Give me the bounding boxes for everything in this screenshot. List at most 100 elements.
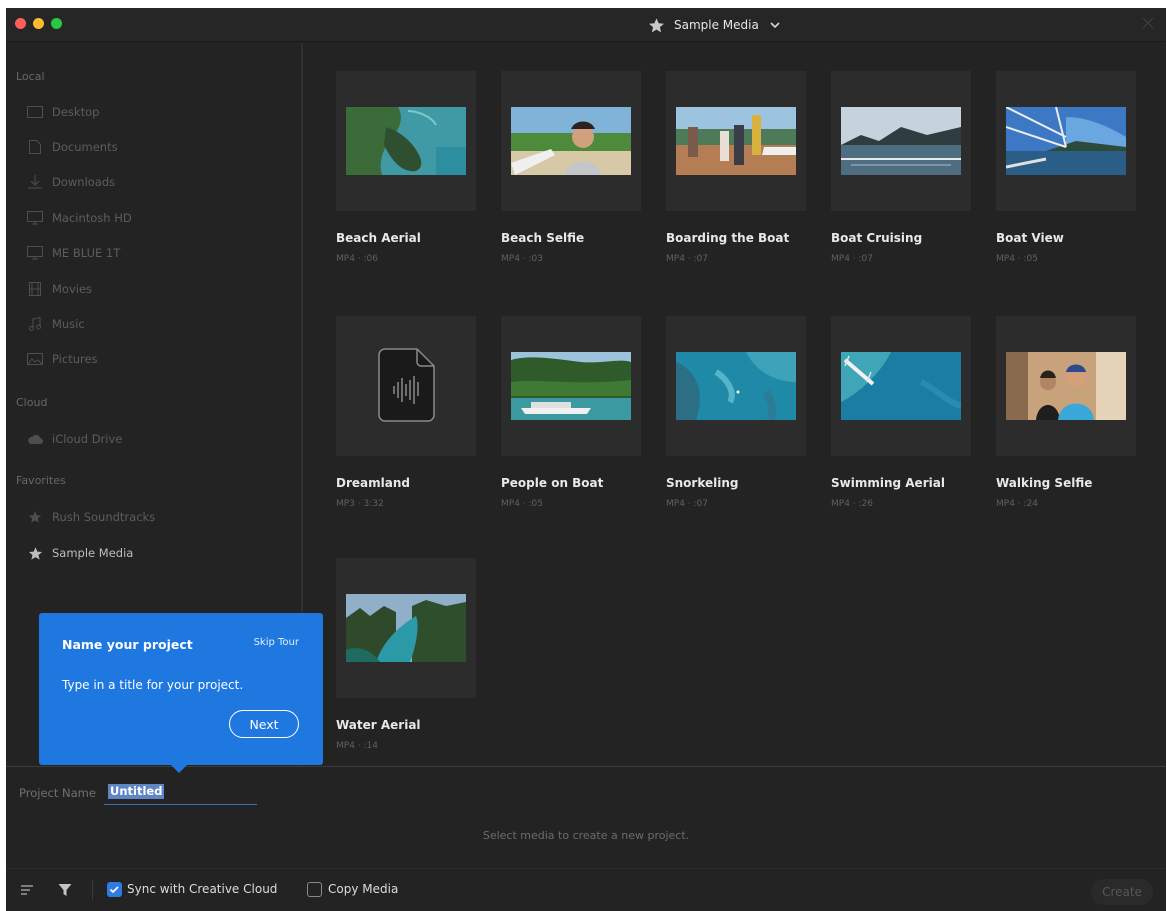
media-title: Beach Aerial xyxy=(336,231,421,245)
video-thumbnail xyxy=(346,594,466,662)
section-heading-favorites: Favorites xyxy=(16,474,66,487)
filter-icon[interactable] xyxy=(58,883,72,897)
tour-title: Name your project xyxy=(62,637,193,652)
media-title: Snorkeling xyxy=(666,476,739,490)
sidebar-item-sample-media[interactable]: Sample Media xyxy=(26,543,133,563)
picture-icon xyxy=(26,352,44,366)
media-title: Walking Selfie xyxy=(996,476,1093,490)
window-title: Sample Media xyxy=(674,18,759,32)
thumbnail-frame xyxy=(996,316,1136,456)
sidebar-item-macintosh-hd[interactable]: Macintosh HD xyxy=(26,208,132,228)
thumbnail-frame xyxy=(996,71,1136,211)
sidebar-item-label: Downloads xyxy=(52,175,116,189)
sidebar-item-rush-soundtracks[interactable]: Rush Soundtracks xyxy=(26,507,155,527)
sidebar-item-label: Rush Soundtracks xyxy=(52,510,156,524)
empty-selection-hint: Select media to create a new project. xyxy=(482,829,690,842)
document-icon xyxy=(26,140,44,154)
desktop-icon xyxy=(26,105,44,119)
media-meta: MP3 · 3:32 xyxy=(336,499,384,509)
sidebar-item-label: Documents xyxy=(52,140,118,154)
thumbnail-frame xyxy=(831,316,971,456)
sort-icon[interactable] xyxy=(20,883,34,897)
media-title: Boarding the Boat xyxy=(666,231,790,245)
chevron-down-icon xyxy=(770,22,780,29)
sync-label[interactable]: Sync with Creative Cloud xyxy=(127,882,277,896)
sidebar-item-label: Macintosh HD xyxy=(52,211,132,225)
project-panel: Project Name Untitled Select media to cr… xyxy=(6,766,1166,868)
media-meta: MP4 · :24 xyxy=(996,499,1038,509)
audio-file-icon xyxy=(378,348,435,422)
thumbnail-frame xyxy=(336,316,476,456)
sync-checkbox[interactable] xyxy=(107,882,122,897)
next-button[interactable]: Next xyxy=(229,710,299,738)
thumbnail-frame xyxy=(336,558,476,698)
sidebar-item-icloud-drive[interactable]: iCloud Drive xyxy=(26,429,122,449)
tour-pointer xyxy=(170,764,188,773)
media-title: People on Boat xyxy=(501,476,604,490)
location-dropdown[interactable]: Sample Media xyxy=(648,14,780,36)
video-thumbnail xyxy=(1006,107,1126,175)
copy-media-label[interactable]: Copy Media xyxy=(328,882,398,896)
title-bar: Sample Media xyxy=(6,8,1166,42)
checkmark-icon xyxy=(109,886,119,894)
sidebar-item-downloads[interactable]: Downloads xyxy=(26,172,115,192)
sidebar-item-label: Music xyxy=(52,317,85,331)
sidebar-item-movies[interactable]: Movies xyxy=(26,279,92,299)
media-meta: MP4 · :26 xyxy=(831,499,873,509)
window-minimize-button[interactable] xyxy=(33,18,44,29)
sidebar-item-desktop[interactable]: Desktop xyxy=(26,102,99,122)
video-thumbnail xyxy=(511,352,631,420)
thumbnail-frame xyxy=(336,71,476,211)
media-meta: MP4 · :07 xyxy=(666,254,708,264)
media-title: Boat View xyxy=(996,231,1064,245)
thumbnail-frame xyxy=(501,316,641,456)
media-title: Swimming Aerial xyxy=(831,476,945,490)
sidebar-item-documents[interactable]: Documents xyxy=(26,137,118,157)
project-name-value: Untitled xyxy=(108,784,165,799)
media-title: Boat Cruising xyxy=(831,231,923,245)
media-title: Water Aerial xyxy=(336,718,421,732)
project-name-field[interactable]: Untitled xyxy=(104,781,257,805)
sidebar-item-label: Desktop xyxy=(52,105,100,119)
app-window: Sample Media Local Desktop Documents Dow… xyxy=(6,8,1166,911)
monitor-icon xyxy=(26,211,44,225)
star-icon xyxy=(26,546,44,560)
tour-body: Type in a title for your project. xyxy=(62,678,244,692)
monitor-icon xyxy=(26,246,44,260)
sidebar-item-label: Sample Media xyxy=(52,546,134,560)
video-thumbnail xyxy=(346,107,466,175)
music-icon xyxy=(26,317,44,331)
close-icon[interactable] xyxy=(1142,17,1154,29)
thumbnail-frame xyxy=(666,71,806,211)
media-meta: MP4 · :14 xyxy=(336,741,378,751)
window-close-button[interactable] xyxy=(15,18,26,29)
download-icon xyxy=(26,175,44,189)
thumbnail-frame xyxy=(666,316,806,456)
media-meta: MP4 · :07 xyxy=(666,499,708,509)
project-name-label: Project Name xyxy=(19,786,96,800)
section-heading-local: Local xyxy=(16,70,45,83)
skip-tour-link[interactable]: Skip Tour xyxy=(254,637,299,648)
window-maximize-button[interactable] xyxy=(51,18,62,29)
create-button[interactable]: Create xyxy=(1091,879,1153,905)
video-thumbnail xyxy=(841,107,961,175)
video-thumbnail xyxy=(676,352,796,420)
video-thumbnail xyxy=(1006,352,1126,420)
media-meta: MP4 · :07 xyxy=(831,254,873,264)
media-grid: Beach Aerial MP4 · :06 Beach Selfie MP4 … xyxy=(305,43,1166,766)
sidebar-item-label: iCloud Drive xyxy=(52,432,123,446)
sidebar-item-pictures[interactable]: Pictures xyxy=(26,349,98,369)
film-icon xyxy=(26,282,44,296)
thumbnail-frame xyxy=(501,71,641,211)
section-heading-cloud: Cloud xyxy=(16,396,48,409)
media-meta: MP4 · :06 xyxy=(336,254,378,264)
star-icon xyxy=(649,17,664,32)
sidebar-item-music[interactable]: Music xyxy=(26,314,85,334)
sidebar-item-label: Pictures xyxy=(52,352,98,366)
sidebar-item-me-blue-1t[interactable]: ME BLUE 1T xyxy=(26,243,120,263)
sidebar-item-label: ME BLUE 1T xyxy=(52,246,121,260)
cloud-icon xyxy=(26,432,44,446)
video-thumbnail xyxy=(676,107,796,175)
copy-media-checkbox[interactable] xyxy=(307,882,322,897)
video-thumbnail xyxy=(511,107,631,175)
